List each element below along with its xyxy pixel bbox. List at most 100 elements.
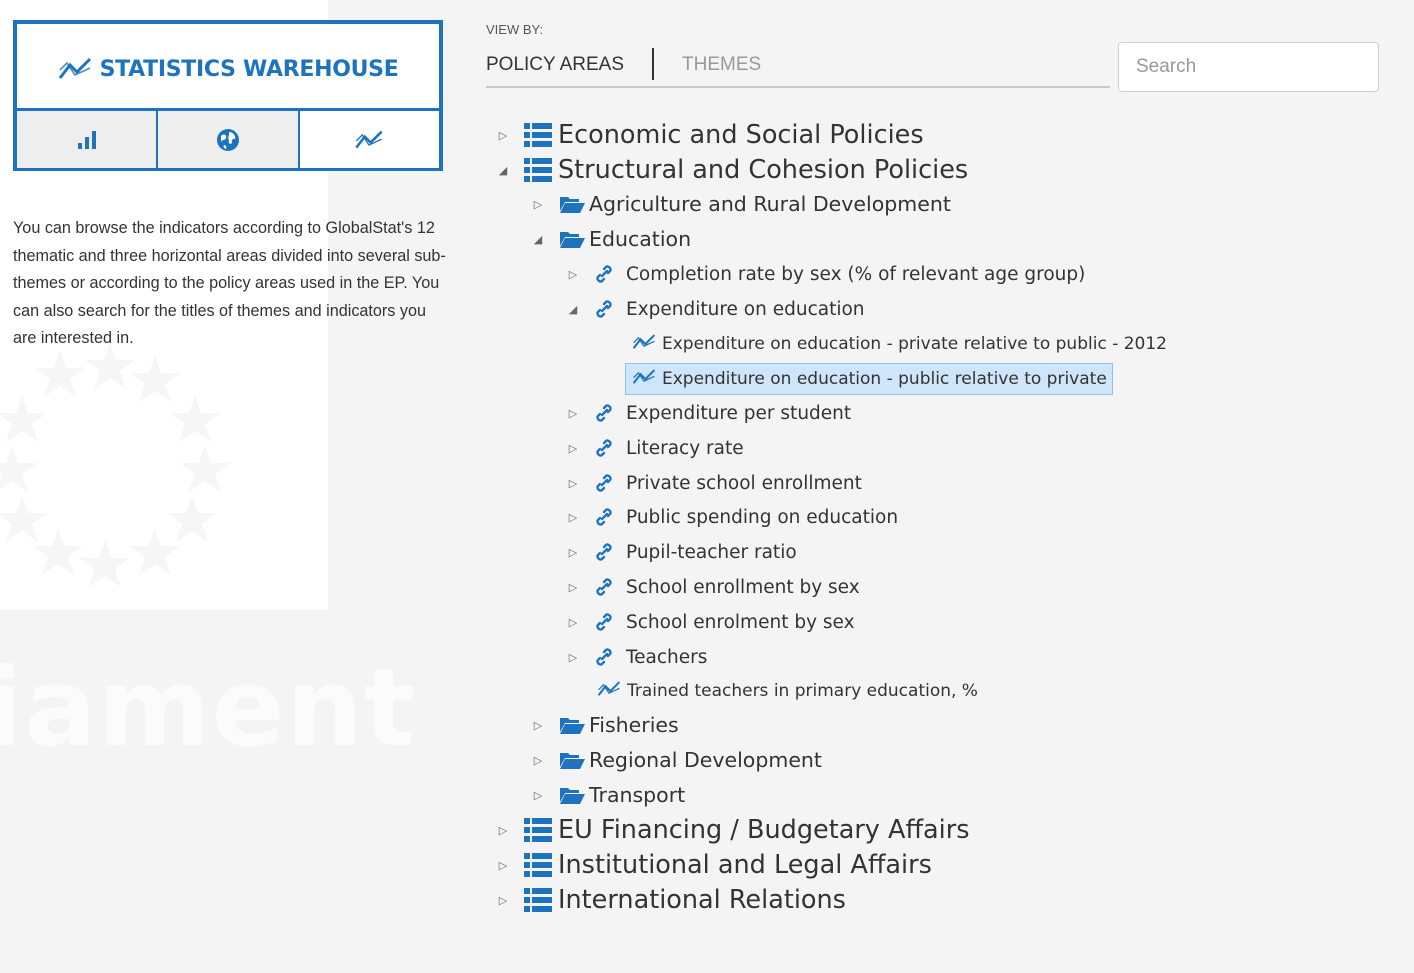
link-icon bbox=[594, 299, 614, 319]
collapsed-arrow-icon[interactable]: ▷ bbox=[566, 407, 580, 420]
tree-node-label: Fisheries bbox=[589, 713, 679, 737]
list-icon bbox=[524, 887, 552, 913]
link-icon bbox=[594, 403, 614, 423]
tree-node-private-school-enrollment[interactable]: ▷ Private school enrollment bbox=[566, 466, 862, 500]
trend-line-icon bbox=[58, 57, 91, 79]
link-icon bbox=[594, 577, 614, 597]
tree-node-structural-cohesion[interactable]: ◢ Structural and Cohesion Policies bbox=[496, 153, 968, 187]
tree-node-label: Expenditure on education - private relat… bbox=[662, 334, 1167, 354]
collapsed-arrow-icon[interactable]: ▷ bbox=[496, 859, 510, 872]
tree-node-label: Institutional and Legal Affairs bbox=[558, 850, 932, 880]
tree-node-public-spending-education[interactable]: ▷ Public spending on education bbox=[566, 500, 898, 534]
tree-node-transport[interactable]: ▷ Transport bbox=[531, 778, 685, 812]
tree-node-completion-rate[interactable]: ▷ Completion rate by sex (% of relevant … bbox=[566, 257, 1086, 291]
link-icon bbox=[594, 647, 614, 667]
tree-node-expenditure-per-student[interactable]: ▷ Expenditure per student bbox=[566, 396, 851, 430]
collapsed-arrow-icon[interactable]: ▷ bbox=[531, 198, 545, 211]
tree-node-pupil-teacher-ratio[interactable]: ▷ Pupil-teacher ratio bbox=[566, 535, 797, 569]
link-icon bbox=[594, 507, 614, 527]
tree-node-label: Completion rate by sex (% of relevant ag… bbox=[626, 263, 1086, 285]
bar-chart-icon bbox=[77, 130, 96, 149]
statistics-warehouse-header: STATISTICS WAREHOUSE bbox=[17, 24, 439, 111]
list-icon bbox=[524, 157, 552, 183]
tab-trend[interactable] bbox=[297, 111, 439, 168]
folder-open-icon bbox=[559, 194, 585, 214]
collapsed-arrow-icon[interactable]: ▷ bbox=[531, 754, 545, 767]
collapsed-arrow-icon[interactable]: ▷ bbox=[496, 129, 510, 142]
tab-policy-areas[interactable]: POLICY AREAS bbox=[486, 44, 624, 76]
collapsed-arrow-icon[interactable]: ▷ bbox=[531, 719, 545, 732]
tree-node-eu-financing[interactable]: ▷ EU Financing / Budgetary Affairs bbox=[496, 813, 970, 847]
collapsed-arrow-icon[interactable]: ▷ bbox=[496, 824, 510, 837]
search-input[interactable] bbox=[1118, 42, 1379, 92]
link-icon bbox=[594, 473, 614, 493]
tab-globe[interactable] bbox=[156, 111, 298, 168]
tree-node-expenditure-education[interactable]: ◢ Expenditure on education bbox=[566, 292, 865, 326]
tree-node-label: Agriculture and Rural Development bbox=[589, 192, 951, 216]
collapsed-arrow-icon[interactable]: ▷ bbox=[566, 268, 580, 281]
tree-node-economic-social[interactable]: ▷ Economic and Social Policies bbox=[496, 118, 924, 152]
collapsed-arrow-icon[interactable]: ▷ bbox=[566, 651, 580, 664]
tree-node-education[interactable]: ◢ Education bbox=[531, 222, 691, 256]
tree-node-label: Trained teachers in primary education, % bbox=[627, 681, 978, 701]
tree-node-label: Public spending on education bbox=[626, 506, 899, 528]
eu-stars-decoration bbox=[0, 342, 230, 587]
tab-separator bbox=[652, 48, 654, 80]
tree-node-regional-development[interactable]: ▷ Regional Development bbox=[531, 743, 822, 777]
collapsed-arrow-icon[interactable]: ▷ bbox=[566, 581, 580, 594]
intro-text: You can browse the indicators according … bbox=[13, 219, 446, 347]
tree-node-agriculture[interactable]: ▷ Agriculture and Rural Development bbox=[531, 187, 951, 221]
tree-node-label: Transport bbox=[589, 783, 686, 807]
collapsed-arrow-icon[interactable]: ▷ bbox=[566, 477, 580, 490]
tab-bar-chart[interactable] bbox=[17, 111, 157, 168]
tree-node-label: Economic and Social Policies bbox=[558, 120, 924, 150]
tree-node-label: Regional Development bbox=[589, 748, 822, 772]
tree-node-label: School enrollment by sex bbox=[626, 576, 860, 598]
tree-leaf-expenditure-private-public-2012[interactable]: Expenditure on education - private relat… bbox=[632, 327, 1167, 361]
tree-leaf-expenditure-public-private-selected[interactable]: Expenditure on education - public relati… bbox=[625, 363, 1113, 395]
tab-themes[interactable]: THEMES bbox=[682, 44, 761, 76]
collapsed-arrow-icon[interactable]: ▷ bbox=[566, 511, 580, 524]
tree-node-school-enrollment-by-sex[interactable]: ▷ School enrollment by sex bbox=[566, 570, 860, 604]
tree-leaf-trained-teachers[interactable]: Trained teachers in primary education, % bbox=[597, 674, 978, 708]
trend-line-icon bbox=[632, 368, 656, 390]
statistics-warehouse-panel: STATISTICS WAREHOUSE bbox=[13, 20, 443, 171]
tree-node-label: Expenditure on education bbox=[626, 298, 865, 320]
tree-node-institutional-legal[interactable]: ▷ Institutional and Legal Affairs bbox=[496, 848, 932, 882]
collapsed-arrow-icon[interactable]: ▷ bbox=[566, 616, 580, 629]
list-icon bbox=[524, 852, 552, 878]
statistics-warehouse-title: STATISTICS WAREHOUSE bbox=[99, 56, 399, 82]
expanded-arrow-icon[interactable]: ◢ bbox=[531, 233, 545, 246]
tree-node-literacy-rate[interactable]: ▷ Literacy rate bbox=[566, 431, 744, 465]
link-icon bbox=[594, 542, 614, 562]
tree-node-label: International Relations bbox=[558, 885, 846, 915]
tree-node-school-enrolment-by-sex[interactable]: ▷ School enrolment by sex bbox=[566, 605, 855, 639]
collapsed-arrow-icon[interactable]: ▷ bbox=[566, 442, 580, 455]
view-by-label: VIEW BY: bbox=[486, 22, 544, 37]
folder-open-icon bbox=[559, 750, 585, 770]
tree-node-label: Literacy rate bbox=[626, 437, 744, 459]
expanded-arrow-icon[interactable]: ◢ bbox=[496, 164, 510, 177]
folder-open-icon bbox=[559, 229, 585, 249]
folder-open-icon bbox=[559, 715, 585, 735]
collapsed-arrow-icon[interactable]: ▷ bbox=[566, 546, 580, 559]
collapsed-arrow-icon[interactable]: ▷ bbox=[531, 789, 545, 802]
trend-line-icon bbox=[597, 680, 621, 702]
tree-node-label: Teachers bbox=[626, 646, 708, 668]
globe-icon bbox=[216, 128, 239, 151]
expanded-arrow-icon[interactable]: ◢ bbox=[566, 303, 580, 316]
tree-node-international-relations[interactable]: ▷ International Relations bbox=[496, 883, 846, 917]
view-by-tabs: POLICY AREAS THEMES bbox=[486, 44, 1110, 88]
folder-open-icon bbox=[559, 785, 585, 805]
tree-node-label: EU Financing / Budgetary Affairs bbox=[558, 815, 970, 845]
list-icon bbox=[524, 817, 552, 843]
tree-node-fisheries[interactable]: ▷ Fisheries bbox=[531, 708, 679, 742]
tree-node-label: School enrolment by sex bbox=[626, 611, 855, 633]
link-icon bbox=[594, 612, 614, 632]
background-watermark-word: iament bbox=[0, 646, 417, 771]
link-icon bbox=[594, 438, 614, 458]
mode-tabs bbox=[17, 111, 439, 168]
trend-line-icon bbox=[632, 333, 656, 355]
tree-node-teachers[interactable]: ▷ Teachers bbox=[566, 640, 708, 674]
collapsed-arrow-icon[interactable]: ▷ bbox=[496, 894, 510, 907]
